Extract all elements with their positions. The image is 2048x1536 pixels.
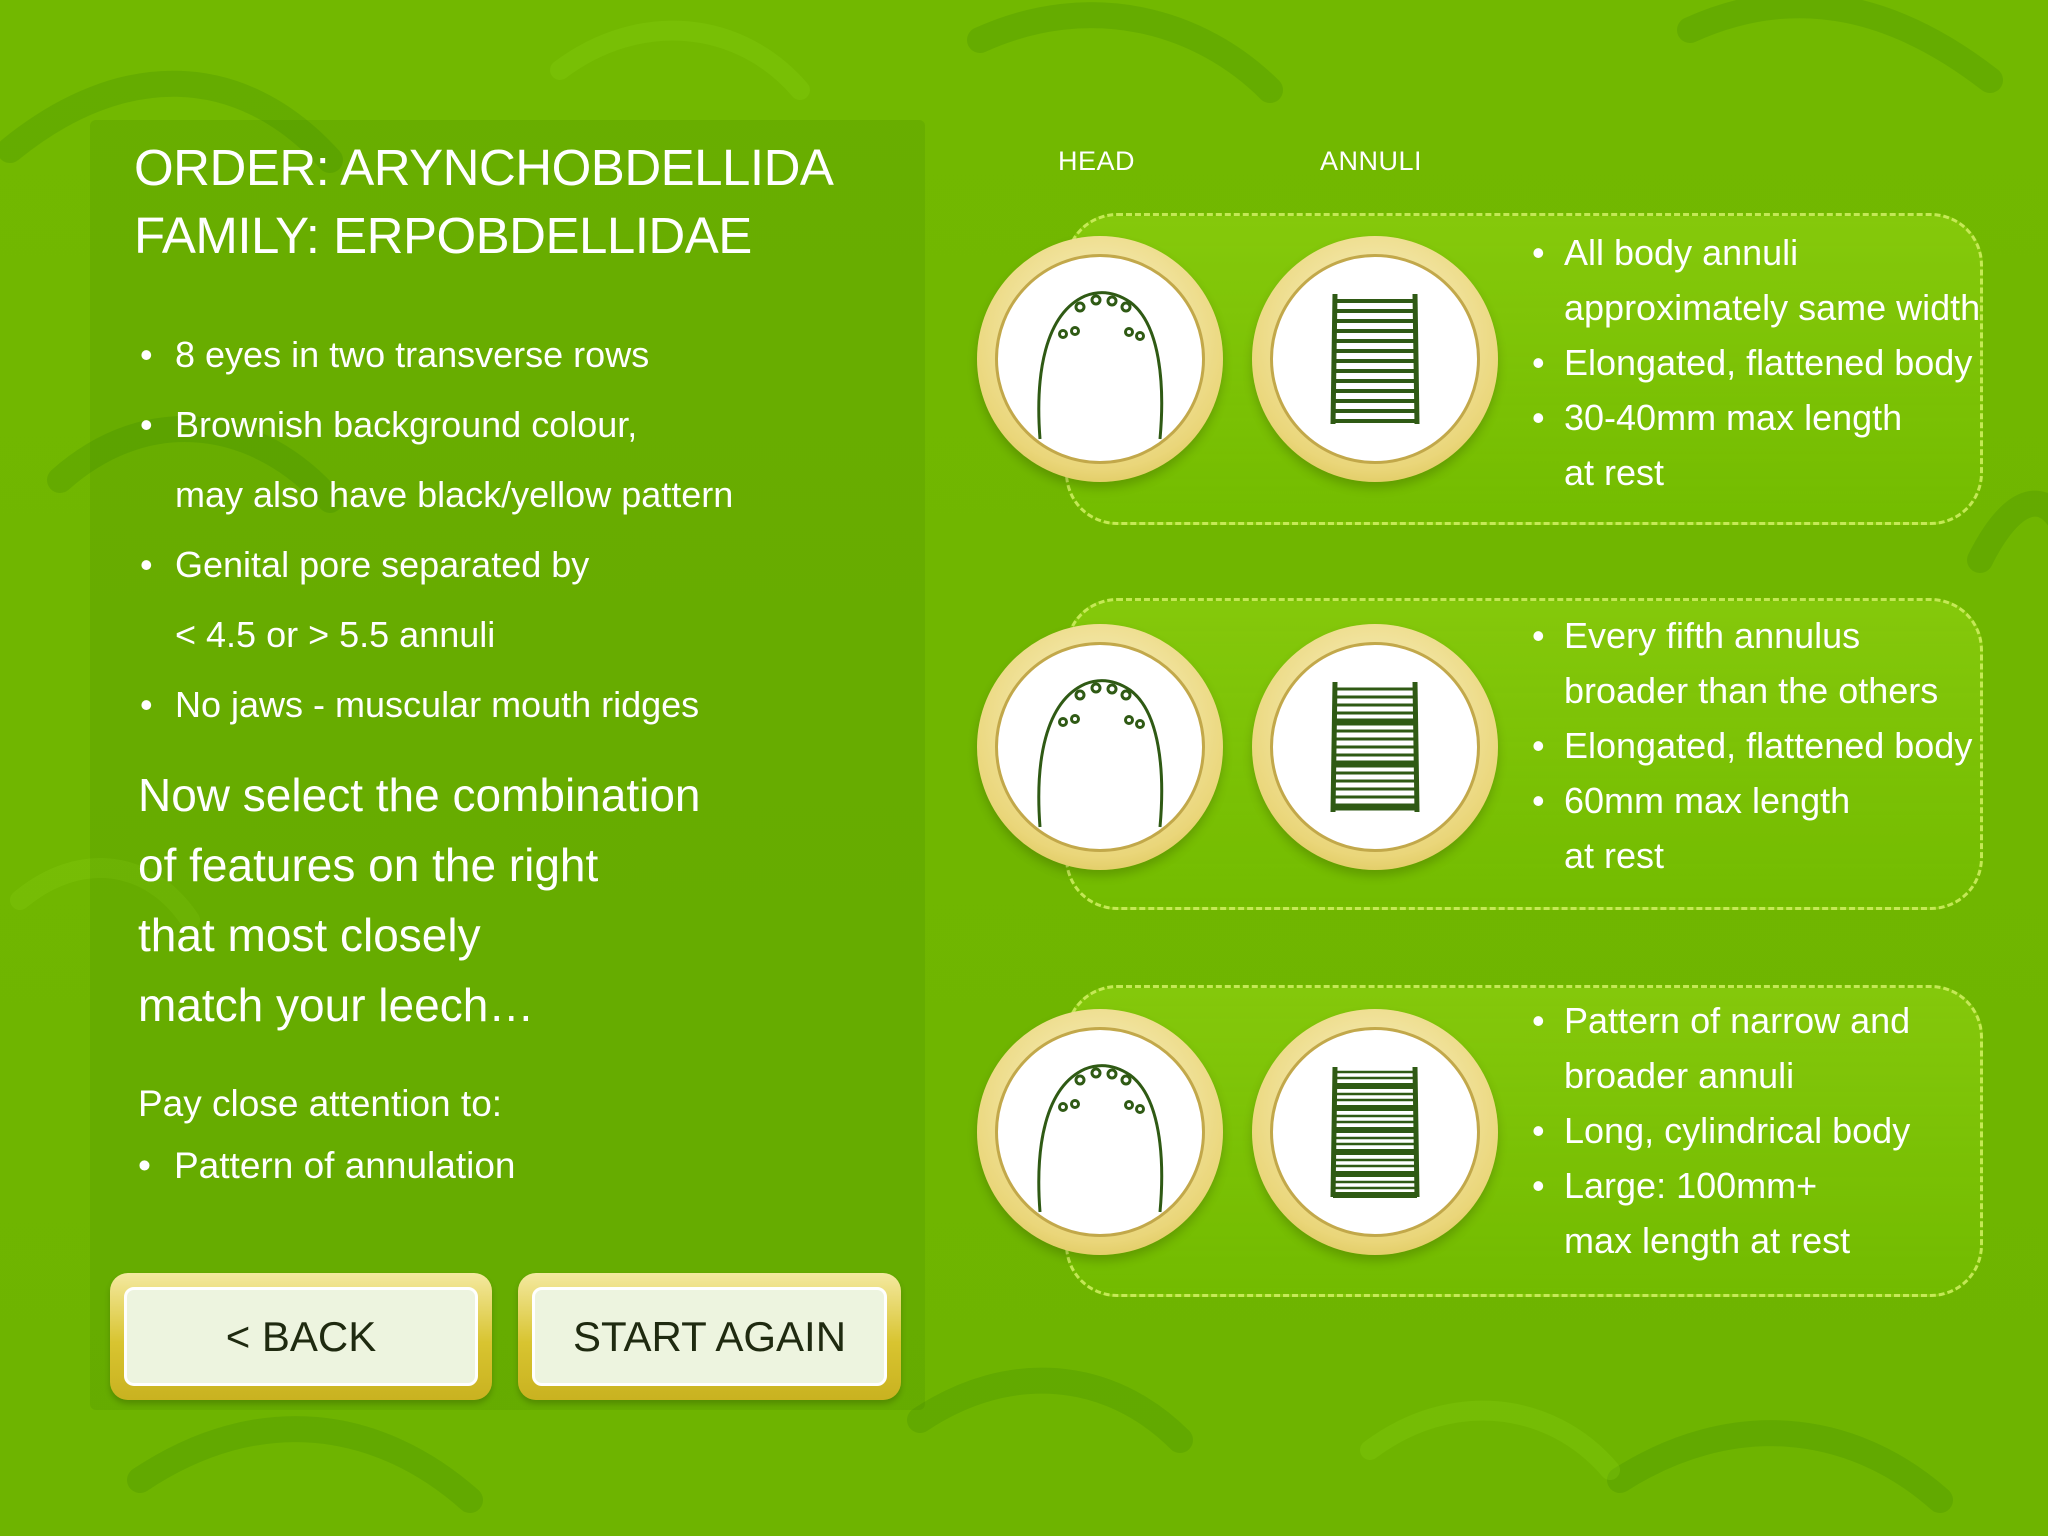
option-1-description: All body annuli approximately same width… — [1532, 225, 2012, 500]
back-button[interactable]: < BACK — [110, 1273, 492, 1400]
uniform-annuli-icon — [1330, 293, 1420, 425]
annuli-illustration-1 — [1252, 236, 1498, 482]
feature-list: 8 eyes in two transverse rows Brownish b… — [140, 320, 940, 740]
back-button-label: < BACK — [124, 1287, 478, 1386]
start-again-button-label: START AGAIN — [532, 1287, 887, 1386]
option-1-line: 30-40mm max length at rest — [1532, 390, 2012, 500]
family-heading: FAMILY: ERPOBDELLIDAE — [134, 207, 752, 264]
option-2-line: 60mm max length at rest — [1532, 773, 2012, 883]
option-3-description: Pattern of narrow and broader annuli Lon… — [1532, 993, 2012, 1268]
option-1-line: All body annuli approximately same width — [1532, 225, 2012, 335]
leech-head-eyes-icon — [1037, 679, 1164, 828]
head-illustration-1 — [977, 236, 1223, 482]
annuli-illustration-2 — [1252, 624, 1498, 870]
option-3-line: Long, cylindrical body — [1532, 1103, 2012, 1158]
option-2-description: Every fifth annulus broader than the oth… — [1532, 608, 2012, 883]
narrow-broad-annuli-icon — [1330, 1066, 1420, 1198]
feature-item: Genital pore separated by < 4.5 or > 5.5… — [140, 530, 940, 670]
attention-item: Pattern of annulation — [138, 1136, 515, 1196]
option-3-line: Pattern of narrow and broader annuli — [1532, 993, 2012, 1103]
option-2-line: Every fifth annulus broader than the oth… — [1532, 608, 2012, 718]
head-illustration-3 — [977, 1009, 1223, 1255]
instruction-prompt: Now select the combination of features o… — [138, 769, 701, 1031]
fifth-annulus-broad-icon — [1330, 681, 1420, 813]
feature-item: No jaws - muscular mouth ridges — [140, 670, 940, 740]
feature-item: 8 eyes in two transverse rows — [140, 320, 940, 390]
annuli-column-label: ANNULI — [1320, 146, 1423, 176]
feature-item: Brownish background colour, may also hav… — [140, 390, 940, 530]
attention-label: Pay close attention to: — [138, 1083, 503, 1124]
option-2-line: Elongated, flattened body — [1532, 718, 2012, 773]
option-3-line: Large: 100mm+ max length at rest — [1532, 1158, 2012, 1268]
leech-head-eyes-icon — [1037, 291, 1164, 440]
annuli-illustration-3 — [1252, 1009, 1498, 1255]
attention-list: Pattern of annulation — [138, 1136, 515, 1196]
leech-head-eyes-icon — [1037, 1064, 1164, 1213]
head-illustration-2 — [977, 624, 1223, 870]
start-again-button[interactable]: START AGAIN — [518, 1273, 901, 1400]
order-heading: ORDER: ARYNCHOBDELLIDA — [134, 139, 834, 196]
option-1-line: Elongated, flattened body — [1532, 335, 2012, 390]
head-column-label: HEAD — [1058, 146, 1136, 176]
